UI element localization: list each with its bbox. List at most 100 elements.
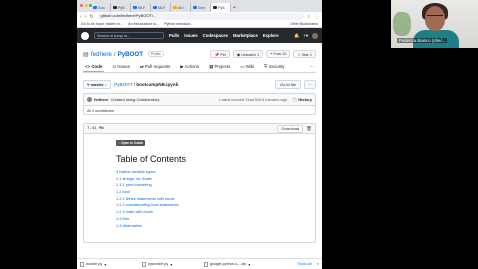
browser-tab[interactable]: PyB	[111, 3, 131, 12]
download-item[interactable]: wordle.py ▾	[80, 261, 142, 267]
forward-arrow-icon[interactable]: ›	[85, 14, 87, 20]
toc-item[interactable]: 1.2.3 math with bools	[116, 209, 315, 216]
tab-favicon-icon	[153, 5, 157, 10]
tab-wiki-label: Wiki	[245, 64, 255, 69]
tab-pull-requests[interactable]: ⇄ Pull requests	[138, 64, 172, 72]
toc-item[interactable]: 1.3 lists	[116, 216, 315, 223]
bookmark-item[interactable]: An introduction to...	[128, 22, 159, 26]
toc-item[interactable]: 1.2.2 concatenating bool statements	[116, 202, 315, 209]
toc-item[interactable]: 1.2.1 if/else statements with bools	[116, 196, 315, 203]
back-arrow-icon[interactable]: ‹	[80, 14, 82, 20]
toc-item[interactable]: 1.4 dictionaries	[116, 223, 315, 230]
tab-favicon-icon	[213, 5, 217, 10]
screen: Goo PyB MLF MLF An I Gen PyB + ‹ › ↻ git…	[0, 0, 478, 269]
download-item[interactable]: google-python-s....zip ▾	[204, 261, 278, 267]
browser-tab[interactable]: MLF	[151, 3, 171, 12]
bookmark-item[interactable]: Python introduct...	[164, 22, 193, 26]
reload-icon[interactable]: ↻	[89, 14, 93, 20]
more-tabs-icon[interactable]: ···	[308, 64, 316, 72]
toc-item[interactable]: 1.2 bool	[116, 189, 315, 196]
nav-marketplace[interactable]: Marketplace	[233, 33, 258, 38]
star-button[interactable]: ☆ Star 1	[293, 50, 316, 58]
window-controls[interactable]	[80, 4, 92, 7]
browser-tab-active[interactable]: PyB	[211, 3, 231, 12]
repo-title: ▤ fedhere / PyBOOT Public 📌 Pin ◉ Unwatc…	[83, 49, 316, 59]
toc-item[interactable]: 1.1.1 print formatting	[116, 182, 315, 189]
fork-label: Fork	[273, 51, 282, 56]
close-icon[interactable]: ×	[317, 262, 319, 266]
avatar[interactable]	[312, 32, 318, 39]
star-outline-icon: ☆	[297, 52, 301, 57]
play-icon: ▶	[180, 64, 184, 69]
notebook-content: ∞ Open in Colab Table of Contents 1 Nati…	[84, 134, 315, 229]
browser-tab[interactable]: Gen	[191, 3, 211, 12]
pin-button[interactable]: 📌 Pin	[210, 50, 230, 58]
book-icon: ▭	[240, 64, 245, 69]
more-options-button[interactable]: ···	[304, 79, 316, 89]
new-tab-button[interactable]: +	[231, 3, 239, 12]
tab-code-label: Code	[91, 64, 103, 69]
colab-logo-icon: ∞	[118, 141, 121, 145]
close-window-dot[interactable]	[80, 4, 83, 7]
tab-security[interactable]: ⛨ Security	[262, 64, 286, 72]
star-icon[interactable]: ☆	[307, 14, 311, 20]
commit-message[interactable]: Created using Colaboratory	[110, 97, 159, 102]
breadcrumb-repo[interactable]: PyBOOT	[114, 82, 132, 87]
branch-select[interactable]: ⑂ master ▾	[83, 79, 112, 89]
nav-pulls[interactable]: Pulls	[169, 33, 179, 38]
history-link[interactable]: 🕑 History	[292, 97, 312, 102]
show-all-button[interactable]: Show All	[297, 262, 312, 266]
commit-latest[interactable]: Latest commit 7eae7b8 6 minutes ago	[219, 97, 287, 102]
tab-label: Gen	[198, 5, 205, 10]
other-bookmarks[interactable]: Other Bookmarks	[290, 22, 318, 26]
fork-button[interactable]: ⑂ Fork 10	[266, 50, 291, 58]
github-logo-icon[interactable]	[81, 31, 89, 40]
tab-favicon-icon	[93, 5, 97, 10]
browser-tab[interactable]: MLF	[131, 3, 151, 12]
extensions-icon[interactable]: ⋮	[314, 14, 319, 20]
eye-icon: ◉	[236, 52, 241, 57]
tab-issues-label: Issues	[117, 64, 130, 69]
github-search-input[interactable]: Search or jump to...	[94, 32, 164, 39]
repo-owner-link[interactable]: fedhere	[91, 51, 112, 58]
trash-icon[interactable]: 🗑	[306, 126, 312, 132]
open-in-colab-badge[interactable]: ∞ Open in Colab	[116, 140, 145, 146]
file-icon	[204, 261, 208, 267]
address-bar-row: ‹ › ↻ github.com/fedhere/PyBOOT/... ☆ ⋮	[77, 12, 322, 21]
tab-actions[interactable]: ▶ Actions	[178, 64, 201, 72]
nav-issues[interactable]: Issues	[184, 33, 197, 38]
contributors-row[interactable]: At 1 contributor	[84, 105, 315, 114]
commit-author[interactable]: fedhere	[94, 97, 108, 102]
browser-tab[interactable]: An I	[171, 3, 191, 12]
unwatch-button[interactable]: ◉ Unwatch 1	[232, 50, 264, 58]
tab-favicon-icon	[173, 5, 177, 10]
webcam-video: Federica Bianco (she/...	[391, 0, 478, 48]
download-button[interactable]: Download	[277, 124, 304, 133]
nav-codespaces[interactable]: Codespaces	[203, 33, 228, 38]
tab-code[interactable]: <> Code	[83, 64, 105, 72]
tab-issues[interactable]: ⊙ Issues	[110, 64, 132, 72]
bookmark-item[interactable]: Go to an input, hidden in...	[81, 22, 123, 26]
go-to-file-button[interactable]: Go to file	[274, 79, 301, 89]
breadcrumb-file: bootcampNB.ipynb	[136, 81, 179, 87]
nav-explore[interactable]: Explore	[263, 33, 279, 38]
branch-label: master	[90, 81, 104, 87]
browser-tab[interactable]: Goo	[91, 3, 111, 12]
toc-item[interactable]: 1.1 strings, int, floats	[116, 176, 315, 183]
url-field[interactable]: github.com/fedhere/PyBOOT/...	[96, 13, 304, 20]
bell-icon[interactable]: 🔔	[294, 33, 299, 39]
visibility-badge: Public	[148, 51, 164, 57]
minimize-window-dot[interactable]	[84, 4, 88, 7]
tab-label: MLF	[138, 5, 146, 10]
plus-icon[interactable]: +▾	[303, 33, 308, 39]
background-plant	[393, 12, 411, 36]
tab-wiki[interactable]: ▭ Wiki	[238, 64, 256, 72]
repo-name-link[interactable]: PyBOOT	[118, 51, 143, 58]
commit-avatar	[87, 97, 92, 102]
toc-item[interactable]: 1 Native variable types	[116, 169, 315, 176]
maximize-window-dot[interactable]	[89, 4, 92, 7]
tab-favicon-icon	[133, 5, 137, 10]
download-item[interactable]: pywordle.py ▾	[142, 261, 204, 267]
table-icon: ▦	[209, 64, 214, 69]
tab-projects[interactable]: ▦ Projects	[207, 64, 232, 72]
